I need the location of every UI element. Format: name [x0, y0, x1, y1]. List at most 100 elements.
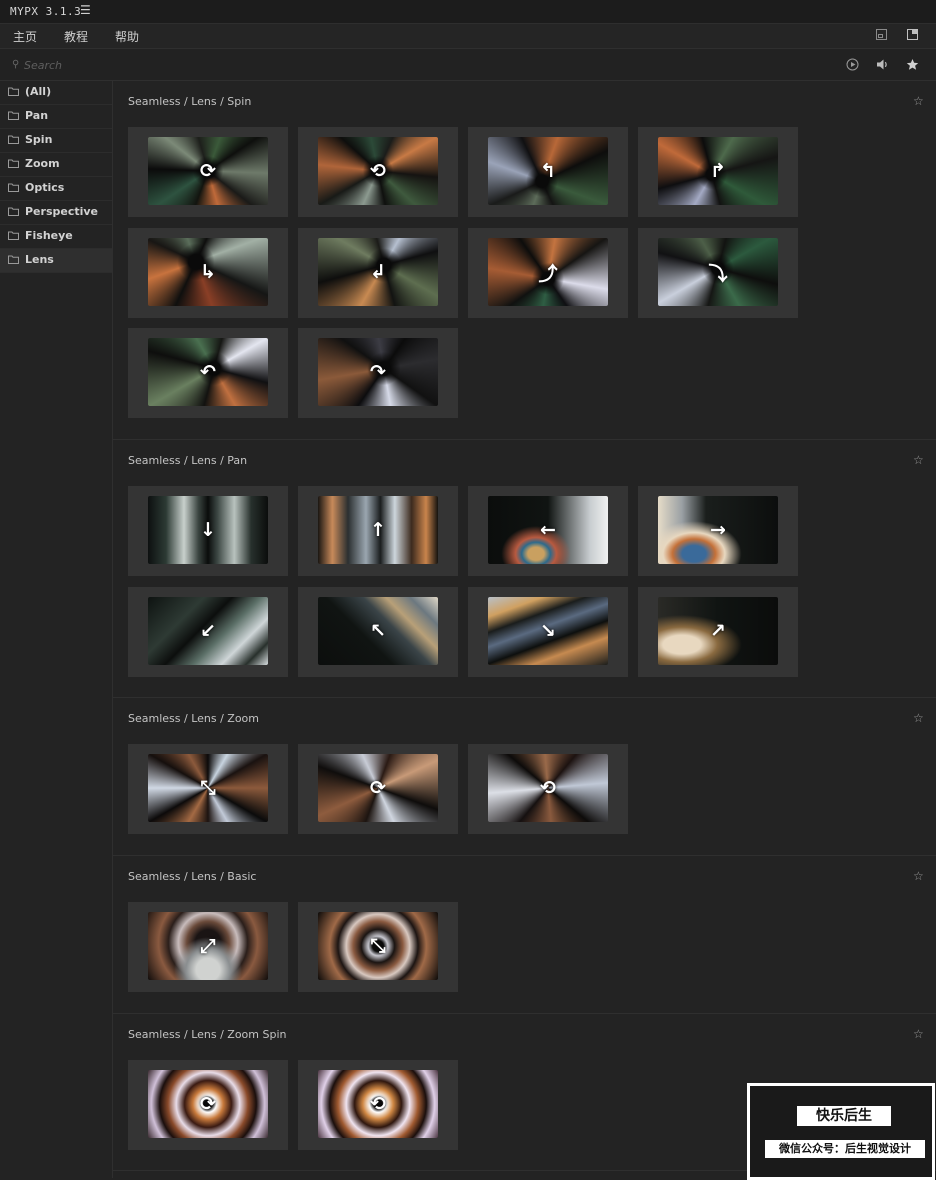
preset-tile[interactable]: ⤵: [638, 228, 798, 318]
preset-tile[interactable]: ↱: [638, 127, 798, 217]
expand-icon: ⤢: [200, 935, 216, 957]
preset-tile[interactable]: ⤡: [298, 902, 458, 992]
arrow-down-right-icon: ↘: [540, 620, 556, 642]
compress-icon: ⤡: [200, 777, 216, 799]
favorite-star-icon[interactable]: [906, 58, 919, 71]
curve-arrow-icon: ↲: [370, 261, 386, 283]
arrow-up-left-icon: ↖: [370, 620, 386, 642]
preset-browser: Seamless / Lens / Spin ☆ ⟳ ⟲ ↰ ↱ ↳ ↲ ⤴ ⤵…: [113, 81, 936, 1178]
preset-tile[interactable]: ⟳: [128, 127, 288, 217]
favorite-star-icon[interactable]: ☆: [913, 1027, 924, 1041]
watermark-subtitle: 微信公众号：后生视觉设计: [765, 1140, 925, 1158]
volume-icon[interactable]: [876, 58, 889, 71]
spin-cw-icon: ⟳: [200, 160, 216, 182]
preset-tile[interactable]: ↑: [298, 486, 458, 576]
search-input[interactable]: [24, 57, 524, 73]
preset-tile[interactable]: ⤢: [128, 902, 288, 992]
preset-section-spin: Seamless / Lens / Spin ☆ ⟳ ⟲ ↰ ↱ ↳ ↲ ⤴ ⤵…: [113, 81, 936, 440]
curve-arrow-icon: ↰: [540, 160, 556, 182]
arrow-up-right-icon: ↗: [710, 620, 726, 642]
preset-tile[interactable]: ↘: [468, 587, 628, 677]
sidebar-item-all[interactable]: (All): [0, 81, 112, 105]
preset-tile[interactable]: ⤴: [468, 228, 628, 318]
hamburger-menu-icon[interactable]: ☰: [80, 3, 91, 17]
sidebar-item-label: (All): [25, 85, 52, 98]
preset-tile[interactable]: ⟲: [468, 744, 628, 834]
nav-help[interactable]: 帮助: [115, 28, 139, 45]
compress-icon: ⤡: [370, 935, 386, 957]
preset-tile[interactable]: ↙: [128, 587, 288, 677]
window-detach-icon[interactable]: [907, 29, 918, 40]
title-bar: MYPX 3.1.3 ☰: [0, 0, 936, 24]
sidebar-item-spin[interactable]: Spin: [0, 129, 112, 153]
arrow-down-left-icon: ↙: [200, 620, 216, 642]
folder-icon: [8, 255, 19, 264]
section-title: Seamless / Lens / Zoom: [128, 712, 260, 725]
spin-ccw-icon: ⟲: [370, 160, 386, 182]
app-title: MYPX 3.1.3: [10, 5, 82, 18]
arrow-down-icon: ↓: [200, 519, 216, 541]
section-title: Seamless / Lens / Pan: [128, 454, 248, 467]
folder-icon: [8, 159, 19, 168]
preset-tile[interactable]: ↶: [128, 328, 288, 418]
sidebar-item-label: Spin: [25, 133, 53, 146]
preset-tile[interactable]: ←: [468, 486, 628, 576]
preset-tile[interactable]: ⤡: [128, 744, 288, 834]
folder-icon: [8, 207, 19, 216]
curve-arrow-icon: ↳: [200, 261, 216, 283]
folder-icon: [8, 183, 19, 192]
sidebar-item-label: Pan: [25, 109, 49, 122]
preset-tile[interactable]: ↲: [298, 228, 458, 318]
sidebar-item-label: Lens: [25, 253, 54, 266]
sidebar-item-label: Optics: [25, 181, 65, 194]
folder-icon: [8, 231, 19, 240]
favorite-star-icon[interactable]: ☆: [913, 869, 924, 883]
preset-tile[interactable]: ↷: [298, 328, 458, 418]
sidebar-item-label: Fisheye: [25, 229, 73, 242]
sidebar-item-lens[interactable]: Lens: [0, 249, 112, 273]
folder-icon: [8, 135, 19, 144]
sidebar-item-pan[interactable]: Pan: [0, 105, 112, 129]
preset-tile[interactable]: ↰: [468, 127, 628, 217]
search-bar: ⚲: [0, 49, 936, 81]
curve-arrow-icon: ↱: [710, 160, 726, 182]
preset-section-pan: Seamless / Lens / Pan ☆ ↓ ↑ ← → ↙ ↖ ↘ ↗: [113, 440, 936, 698]
watermark-badge: 快乐后生 微信公众号：后生视觉设计: [747, 1083, 935, 1180]
nav-tutorial[interactable]: 教程: [64, 28, 88, 45]
curve-arrow-icon: ⤵: [708, 262, 728, 285]
sidebar-item-label: Zoom: [25, 157, 60, 170]
sidebar-item-label: Perspective: [25, 205, 99, 218]
preset-tile[interactable]: ⟳: [128, 1060, 288, 1150]
preset-tile[interactable]: ⟳: [298, 744, 458, 834]
sidebar-item-zoom[interactable]: Zoom: [0, 153, 112, 177]
favorite-star-icon[interactable]: ☆: [913, 94, 924, 108]
favorite-star-icon[interactable]: ☆: [913, 711, 924, 725]
preset-tile[interactable]: ↓: [128, 486, 288, 576]
nav-home[interactable]: 主页: [13, 28, 37, 45]
preset-tile[interactable]: ↳: [128, 228, 288, 318]
curve-arrow-icon: ↶: [200, 361, 216, 383]
arrow-left-icon: ←: [540, 519, 556, 541]
sidebar-item-perspective[interactable]: Perspective: [0, 201, 112, 225]
rotate-icon: ⟲: [540, 777, 556, 799]
search-icon: ⚲: [12, 59, 20, 70]
window-restore-icon[interactable]: [876, 29, 887, 40]
preset-tile[interactable]: ↗: [638, 587, 798, 677]
curve-arrow-icon: ↷: [370, 361, 386, 383]
preset-tile[interactable]: ⟲: [298, 1060, 458, 1150]
sidebar-item-fisheye[interactable]: Fisheye: [0, 225, 112, 249]
preset-section-basic: Seamless / Lens / Basic ☆ ⤢ ⤡: [113, 856, 936, 1014]
watermark-title: 快乐后生: [797, 1106, 891, 1126]
folder-icon: [8, 87, 19, 96]
section-title: Seamless / Lens / Basic: [128, 870, 257, 883]
preset-tile[interactable]: ↖: [298, 587, 458, 677]
section-title: Seamless / Lens / Spin: [128, 95, 252, 108]
sidebar-item-optics[interactable]: Optics: [0, 177, 112, 201]
favorite-star-icon[interactable]: ☆: [913, 453, 924, 467]
sidebar: (All) Pan Spin Zoom Optics Perspective F…: [0, 81, 113, 1178]
curve-arrow-icon: ⤴: [538, 262, 558, 285]
preset-tile[interactable]: ⟲: [298, 127, 458, 217]
preset-tile[interactable]: →: [638, 486, 798, 576]
section-title: Seamless / Lens / Zoom Spin: [128, 1028, 287, 1041]
play-icon[interactable]: [846, 58, 859, 71]
